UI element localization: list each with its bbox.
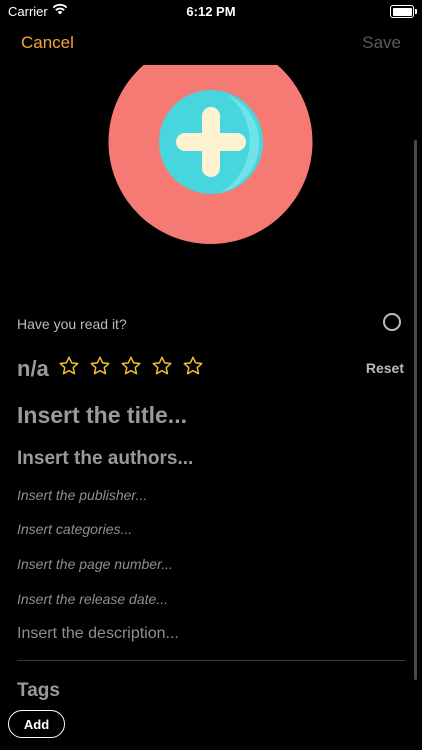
read-toggle-checkbox[interactable] — [383, 313, 401, 331]
clock: 6:12 PM — [186, 4, 236, 19]
title-field[interactable]: Insert the title... — [17, 402, 187, 429]
categories-field[interactable]: Insert categories... — [17, 521, 132, 537]
star-rating[interactable] — [58, 355, 204, 377]
star-icon[interactable] — [89, 355, 111, 377]
star-icon[interactable] — [182, 355, 204, 377]
star-icon[interactable] — [120, 355, 142, 377]
status-bar: Carrier 6:12 PM — [0, 0, 422, 24]
page-number-field[interactable]: Insert the page number... — [17, 556, 173, 572]
add-cover-icon[interactable] — [108, 40, 313, 245]
star-icon[interactable] — [151, 355, 173, 377]
rating-value: n/a — [17, 356, 49, 381]
save-button[interactable]: Save — [362, 33, 401, 53]
add-tag-button[interactable]: Add — [8, 710, 65, 738]
scroll-indicator[interactable] — [414, 140, 417, 680]
publisher-field[interactable]: Insert the publisher... — [17, 487, 147, 503]
authors-field[interactable]: Insert the authors... — [17, 448, 193, 470]
tags-heading: Tags — [17, 680, 60, 701]
cancel-button[interactable]: Cancel — [21, 33, 74, 53]
release-date-field[interactable]: Insert the release date... — [17, 591, 168, 607]
read-question-label: Have you read it? — [17, 316, 127, 332]
reset-rating-button[interactable]: Reset — [366, 360, 404, 376]
star-icon[interactable] — [58, 355, 80, 377]
description-field[interactable]: Insert the description... — [17, 625, 179, 643]
battery-icon — [390, 5, 417, 18]
divider — [17, 660, 405, 661]
